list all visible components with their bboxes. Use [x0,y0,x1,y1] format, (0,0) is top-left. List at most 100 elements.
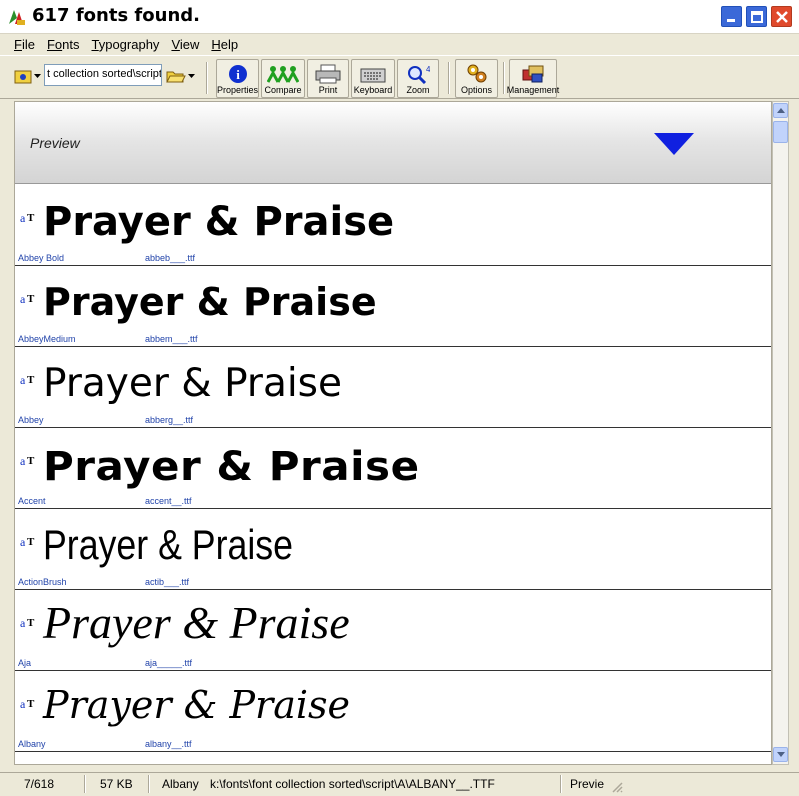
font-file: albany__.ttf [145,739,192,749]
truetype-font-icon: aT [20,454,35,468]
font-row[interactable]: aT Prayer & Praise Aja aja_____.ttf [15,590,771,671]
svg-text:T: T [27,617,35,629]
font-row[interactable]: aT Prayer & Praise Abbey Bold abbeb___.t… [15,185,771,266]
font-row[interactable]: aT Prayer & Praise Accent accent__.ttf [15,428,771,509]
truetype-font-icon: aT [20,616,35,630]
font-sample: Prayer & Praise [43,683,351,727]
folder-path-input[interactable]: t collection sorted\script [44,64,162,86]
truetype-font-icon: aT [20,292,35,306]
management-button[interactable]: Management [506,59,560,98]
font-sample: Prayer & Praise [43,597,350,648]
menu-typography-mnemonic: T [91,36,99,52]
truetype-font-icon: aT [20,211,35,225]
svg-text:4: 4 [426,65,430,74]
open-folder-button[interactable] [166,66,200,86]
svg-text:T: T [27,536,35,548]
status-separator [560,775,562,793]
vertical-scrollbar[interactable] [772,101,789,765]
menu-help-label: elp [220,36,239,52]
menu-help[interactable]: Help [205,37,244,52]
zoom-label: Zoom [406,85,430,95]
font-name: AbbeyMedium [18,334,76,344]
font-sample: Prayer & Praise [43,444,420,490]
font-name: Abbey [18,415,44,425]
scroll-thumb[interactable] [773,121,788,143]
compare-button[interactable]: Compare [261,59,305,98]
options-gears-icon [467,64,486,83]
font-list: Preview aT Prayer & Praise Abbey Bold ab… [14,101,772,765]
menu-file-label: ile [21,36,35,52]
status-font-name: Albany [162,777,199,791]
folder-select-button[interactable] [14,67,42,85]
zoom-button[interactable]: 4 Zoom [397,59,439,98]
close-icon [775,10,788,23]
svg-text:a: a [20,373,26,387]
close-button[interactable] [770,5,793,28]
resize-grip-icon[interactable] [611,781,623,793]
menu-view[interactable]: View [165,37,205,52]
menu-file[interactable]: File [8,37,41,52]
properties-button[interactable]: i Properties [216,59,259,98]
menu-help-mnemonic: H [211,36,221,52]
svg-text:T: T [27,698,35,710]
font-row[interactable]: aT Prayer & Praise Albany albany__.ttf [15,671,771,752]
menu-typography[interactable]: Typography [85,37,165,52]
scroll-up-button[interactable] [773,103,788,118]
svg-text:i: i [236,67,240,82]
menu-view-mnemonic: V [171,36,180,52]
expand-arrow-icon[interactable] [654,133,694,155]
menu-fonts-mnemonic: Fo [46,36,63,52]
svg-text:a: a [20,535,26,549]
svg-text:a: a [20,211,26,225]
keyboard-label: Keyboard [353,85,393,95]
font-row[interactable]: aT Prayer & Praise Abbey abberg__.ttf [15,347,771,428]
chevron-down-icon [34,73,41,78]
compare-label: Compare [264,85,302,95]
toolbar: t collection sorted\script i Properties … [0,55,799,99]
menu-file-mnemonic: F [14,36,22,52]
font-sample: Prayer & Praise [43,199,395,245]
font-file: abbem___.ttf [145,334,198,344]
preview-header[interactable]: Preview [15,102,771,184]
scroll-down-button[interactable] [773,747,788,762]
font-file: actib___.ttf [145,577,190,587]
svg-text:T: T [27,374,35,386]
toolbar-separator [206,62,208,94]
font-row[interactable]: aT Prayer & Praise ActionBrush actib___.… [15,509,771,590]
svg-text:a: a [20,292,26,306]
left-edge [0,100,8,770]
menu-fonts[interactable]: Fonts [41,37,86,52]
app-icon [9,10,25,25]
toolbar-separator [503,62,505,94]
font-sample: Prayer & Praise [43,280,377,324]
font-name: Aja [18,658,32,668]
truetype-font-icon: aT [20,697,35,711]
toolbar-separator [448,62,450,94]
title-bar: 617 fonts found. [0,0,799,34]
chevron-down-icon [188,73,195,78]
menu-fonts-label: nts [62,36,80,52]
minimize-icon [726,18,735,22]
minimize-button[interactable] [720,5,743,28]
management-label: Management [506,85,560,95]
scroll-down-icon [776,752,785,757]
status-path: k:\fonts\font collection sorted\script\A… [210,777,495,791]
print-button[interactable]: Print [307,59,349,98]
font-file: abberg__.ttf [145,415,194,425]
font-row[interactable]: aT Prayer & Praise AbbeyMedium abbem___.… [15,266,771,347]
maximize-button[interactable] [745,5,768,28]
keyboard-button[interactable]: Keyboard [351,59,395,98]
preview-label: Preview [30,135,80,151]
zoom-icon: 4 [408,65,430,84]
printer-icon [315,64,341,84]
font-sample: Prayer & Praise [43,361,342,406]
compare-people-icon [267,66,299,83]
menu-typography-label: ypography [98,36,160,52]
svg-text:T: T [27,212,35,224]
management-books-icon [522,65,544,83]
options-button[interactable]: Options [455,59,498,98]
truetype-font-icon: aT [20,373,35,387]
status-bar: 7/618 57 KB Albany k:\fonts\font collect… [0,772,799,796]
font-file: accent__.ttf [145,496,192,506]
font-name: ActionBrush [18,577,67,587]
